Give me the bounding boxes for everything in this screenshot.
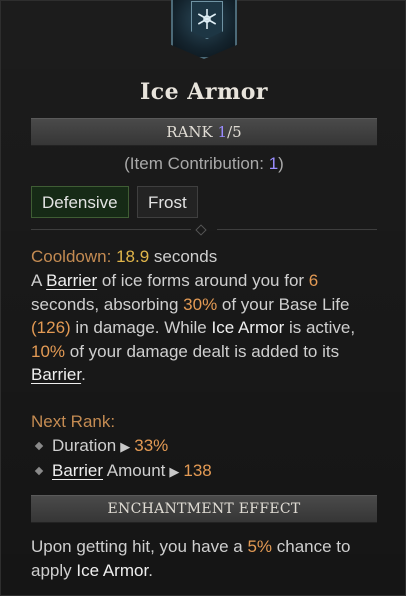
- next-rank-stat-value: 138: [183, 461, 212, 480]
- duration-value: 6: [308, 271, 319, 290]
- tag-defensive: Defensive: [31, 186, 129, 218]
- skill-title: Ice Armor: [139, 79, 269, 105]
- next-rank-item: Duration ▶ 33%: [31, 434, 168, 458]
- skill-name-inline: Ice Armor: [211, 318, 285, 337]
- arrow-right-icon: ▶: [169, 464, 180, 479]
- cooldown-line: Cooldown: 18.9 seconds: [31, 245, 387, 269]
- desc-text: of your damage dealt is added to its: [65, 341, 340, 361]
- ench-text: Upon getting hit, you have a: [31, 537, 248, 556]
- desc-text: of your Base Life: [217, 294, 350, 314]
- damage-percent-value: 10%: [31, 341, 66, 361]
- desc-text: in damage. While: [70, 318, 212, 337]
- barrier-link[interactable]: Barrier: [46, 271, 97, 290]
- bullet-icon: [34, 441, 44, 451]
- cooldown-unit: seconds: [149, 247, 218, 266]
- skill-tooltip: Ice Armor RANK 1/5 (Item Contribution: 1…: [0, 0, 406, 596]
- contribution-value: 1: [268, 154, 279, 173]
- rank-current: 1: [217, 123, 228, 141]
- next-rank-stat-label: Duration: [52, 436, 117, 455]
- next-rank-stat-value: 33%: [134, 436, 169, 455]
- desc-text: of ice forms around you for: [97, 271, 309, 290]
- next-rank-item: Barrier Amount ▶ 138: [31, 459, 212, 483]
- desc-text: .: [81, 365, 86, 384]
- barrier-link[interactable]: Barrier: [31, 365, 81, 384]
- contribution-suffix: ): [278, 154, 284, 173]
- cooldown-value: 18.9: [116, 247, 150, 266]
- skill-name-inline: Ice Armor: [76, 560, 149, 580]
- item-contribution: (Item Contribution: 1): [1, 154, 406, 174]
- bullet-icon: [34, 466, 44, 476]
- enchantment-header: ENCHANTMENT EFFECT: [31, 495, 377, 523]
- cooldown-label: Cooldown:: [31, 247, 117, 266]
- rank-max: /5: [227, 123, 242, 141]
- contribution-prefix: (Item Contribution:: [124, 154, 269, 173]
- divider-line-right: [217, 229, 377, 230]
- section-divider: [31, 224, 377, 236]
- next-rank-label: Next Rank:: [31, 412, 116, 431]
- desc-text: A: [31, 271, 47, 290]
- enchantment-description: Upon getting hit, you have a 5% chance t…: [31, 535, 387, 582]
- divider-line-left: [31, 229, 191, 230]
- tag-frost: Frost: [137, 186, 198, 218]
- barrier-link[interactable]: Barrier: [52, 461, 103, 480]
- ench-chance-value: 5%: [247, 537, 273, 556]
- next-rank-stat-label: Amount: [103, 461, 166, 480]
- life-value: (126): [31, 318, 71, 337]
- arrow-right-icon: ▶: [120, 439, 131, 454]
- divider-diamond-icon: [195, 224, 207, 236]
- rank-label: RANK: [166, 123, 213, 141]
- snowflake-icon: [191, 1, 223, 39]
- desc-text: is active,: [284, 318, 356, 337]
- life-percent-value: 30%: [183, 294, 218, 314]
- skill-description: A Barrier of ice forms around you for 6 …: [31, 269, 387, 387]
- rank-band: RANK 1/5: [31, 118, 377, 146]
- skill-icon-frame: [171, 0, 237, 59]
- desc-text: seconds, absorbing: [31, 294, 184, 314]
- ench-text: .: [148, 560, 153, 580]
